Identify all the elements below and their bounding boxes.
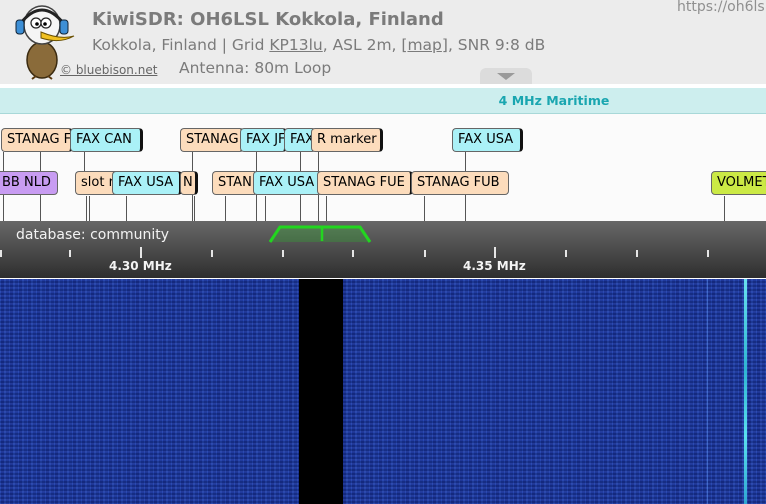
header-bar: KiwiSDR: OH6LSL Kokkola, Finland https:/… [0, 0, 766, 84]
passband-indicator[interactable] [268, 222, 372, 244]
antenna-info: Antenna: 80m Loop [179, 59, 332, 77]
waterfall-blank-band [299, 279, 343, 504]
station-label-fax-usa[interactable]: FAX USA [452, 128, 523, 152]
scale-tick [707, 250, 709, 257]
waterfall-signal-trace [707, 279, 708, 504]
label-marker [86, 196, 87, 221]
band-bar[interactable]: 4 MHz Maritime [0, 88, 766, 114]
location-info: Kokkola, Finland | Grid KP13lu, ASL 2m, … [92, 36, 545, 54]
station-label-fax-usa[interactable]: FAX USA [253, 171, 323, 195]
station-labels-area: STANAG F FAX CAN STANAG FAX JF FAX R mar… [0, 114, 766, 221]
station-label-volmet[interactable]: VOLMET [711, 171, 766, 195]
station-label-r-marker[interactable]: R marker [311, 128, 383, 152]
waterfall-signal-trace [744, 279, 747, 504]
station-label-stanag-f[interactable]: STANAG F [1, 128, 73, 152]
station-label-fax-jf[interactable]: FAX JF [240, 128, 287, 152]
scale-tick [424, 250, 426, 257]
station-label-n[interactable]: N [180, 171, 198, 195]
url-text: https://oh6ls [677, 0, 765, 15]
station-label-stanag-fub[interactable]: STANAG FUB [411, 171, 509, 195]
label-marker [89, 196, 90, 221]
location-text: Kokkola, Finland | Grid [92, 36, 270, 54]
label-marker [326, 196, 327, 221]
scale-tick [565, 250, 567, 257]
station-label-bb-nld[interactable]: BB NLD [0, 171, 58, 195]
map-link[interactable]: map [407, 36, 441, 54]
station-label-stanag[interactable]: STANAG [180, 128, 244, 152]
frequency-scale[interactable]: database: community 4.30 MHz 4.35 MHz [0, 221, 766, 278]
station-label-fax-can[interactable]: FAX CAN [70, 128, 143, 152]
band-name: 4 MHz Maritime [498, 93, 610, 108]
scale-tick [494, 247, 496, 258]
label-marker [424, 196, 425, 221]
label-marker [265, 196, 266, 221]
station-label-fax-usa[interactable]: FAX USA [112, 171, 182, 195]
page-title: KiwiSDR: OH6LSL Kokkola, Finland [92, 9, 444, 30]
station-label-stan[interactable]: STAN [212, 171, 258, 195]
scale-tick [636, 250, 638, 257]
scale-tick [211, 250, 213, 257]
label-marker [724, 196, 725, 221]
frequency-label: 4.35 MHz [463, 259, 526, 273]
scale-tick [140, 247, 142, 258]
chevron-down-icon [497, 73, 515, 80]
snr-text: ], SNR 9:8 dB [441, 36, 546, 54]
station-label-stanag-fue[interactable]: STANAG FUE [317, 171, 413, 195]
scale-tick [282, 250, 284, 257]
label-marker [225, 196, 226, 221]
label-marker [126, 196, 127, 221]
scale-tick [352, 250, 354, 257]
frequency-label: 4.30 MHz [109, 259, 172, 273]
database-label: database: community [16, 227, 170, 243]
credit-link[interactable]: © bluebison.net [60, 63, 157, 77]
label-marker [84, 152, 85, 172]
collapse-header-button[interactable] [480, 68, 532, 84]
scale-tick [0, 250, 2, 257]
waterfall-display[interactable] [0, 279, 766, 504]
label-marker [194, 196, 195, 221]
grid-link[interactable]: KP13lu [269, 36, 322, 54]
asl-text: , ASL 2m, [ [322, 36, 408, 54]
scale-tick [69, 250, 71, 257]
